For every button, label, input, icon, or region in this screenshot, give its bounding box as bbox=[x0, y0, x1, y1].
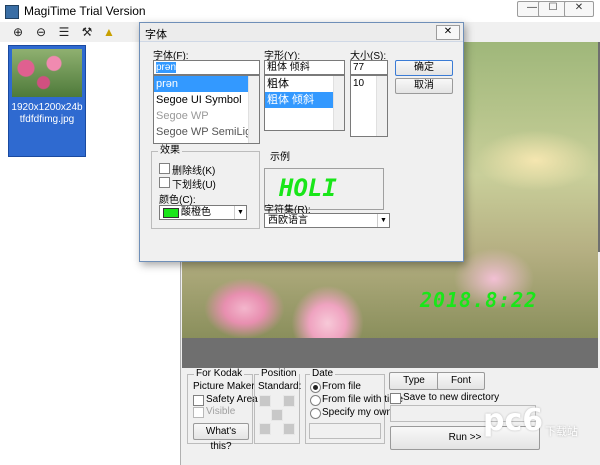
font-size-input[interactable]: 77 bbox=[350, 60, 388, 75]
preview-bottom-band bbox=[182, 338, 598, 368]
save-new-dir-label: Save to new directory bbox=[403, 392, 500, 403]
thumbnail-item[interactable]: 1920x1200x24b tfdfdfimg.jpg bbox=[8, 45, 86, 157]
add-icon[interactable]: ⊕ bbox=[10, 25, 26, 39]
font-button[interactable]: Font bbox=[437, 372, 485, 390]
watermark-subtitle: 下载站 bbox=[545, 426, 578, 438]
font-dialog: 字体 ✕ 字体(F): prən prən Segoe UI Symbol Se… bbox=[139, 22, 464, 262]
dialog-close-button[interactable]: ✕ bbox=[436, 25, 460, 40]
font-option[interactable]: prən bbox=[154, 76, 259, 92]
position-group-title: Position bbox=[259, 368, 299, 380]
position-grid[interactable] bbox=[259, 395, 295, 435]
safety-area-checkbox[interactable] bbox=[193, 395, 204, 406]
font-list-scrollbar[interactable] bbox=[248, 76, 259, 143]
effects-group: 效果 删除线(K) 下划线(U) 颜色(C): 酸橙色 ▼ bbox=[151, 145, 260, 229]
strikeout-checkbox[interactable] bbox=[159, 163, 170, 174]
charset-select[interactable]: 西欧语言 ▼ bbox=[264, 213, 390, 228]
clear-icon[interactable]: ▲ bbox=[101, 25, 117, 39]
strikeout-label: 删除线(K) bbox=[172, 166, 216, 177]
kodak-subtitle: Picture Maker bbox=[193, 381, 255, 392]
underline-checkbox[interactable] bbox=[159, 177, 170, 188]
cancel-button[interactable]: 取消 bbox=[395, 78, 453, 94]
position-cell[interactable] bbox=[271, 409, 283, 421]
position-cell[interactable] bbox=[259, 423, 271, 435]
from-file-radio[interactable] bbox=[310, 382, 321, 393]
whats-this-button[interactable]: What's this? bbox=[193, 423, 249, 452]
ok-button[interactable]: 确定 bbox=[395, 60, 453, 76]
date-group: Date From file From file with time Speci… bbox=[305, 368, 403, 444]
size-list-scrollbar[interactable] bbox=[376, 76, 387, 136]
date-stamp-preview: 2018.8:22 bbox=[420, 288, 538, 312]
effects-group-title: 效果 bbox=[158, 145, 182, 157]
color-label: 颜色(C): bbox=[159, 195, 196, 206]
font-family-list[interactable]: prən Segoe UI Symbol Segoe WP Segoe WP S… bbox=[153, 75, 260, 144]
list-icon[interactable]: ☰ bbox=[56, 25, 72, 39]
font-family-value: prən bbox=[156, 62, 177, 73]
font-size-list[interactable]: 10 bbox=[350, 75, 388, 137]
visible-label: Visible bbox=[206, 406, 236, 417]
kodak-group: For Kodak Picture Maker Safety Area Visi… bbox=[187, 368, 258, 452]
safety-area-label: Safety Area bbox=[206, 394, 258, 405]
font-family-input[interactable]: prən bbox=[153, 60, 260, 75]
color-swatch bbox=[163, 208, 179, 218]
visible-checkbox[interactable] bbox=[193, 407, 204, 418]
underline-label: 下划线(U) bbox=[172, 180, 216, 191]
position-cell[interactable] bbox=[283, 423, 295, 435]
thumbnail-dimensions: 1920x1200x24b bbox=[11, 102, 83, 113]
from-file-label: From file bbox=[322, 381, 361, 392]
close-button[interactable]: ✕ bbox=[564, 1, 594, 17]
charset-value: 西欧语言 bbox=[268, 215, 308, 226]
title-bar: MagiTime Trial Version — ☐ ✕ bbox=[0, 0, 600, 23]
remove-icon[interactable]: ⊖ bbox=[33, 25, 49, 39]
position-group: Position Standard: bbox=[254, 368, 302, 444]
specify-own-radio[interactable] bbox=[310, 408, 321, 419]
from-file-time-radio[interactable] bbox=[310, 395, 321, 406]
dialog-title-bar: 字体 ✕ bbox=[140, 23, 463, 42]
custom-date-input[interactable] bbox=[309, 423, 381, 439]
kodak-group-title: For Kodak bbox=[194, 368, 245, 380]
chevron-down-icon[interactable]: ▼ bbox=[377, 214, 389, 227]
sample-text: HOLI bbox=[279, 174, 337, 202]
style-list-scrollbar[interactable] bbox=[333, 76, 344, 130]
font-option[interactable]: Segoe WP bbox=[154, 108, 259, 124]
position-cell[interactable] bbox=[259, 395, 271, 407]
font-style-input[interactable]: 粗体 倾斜 bbox=[264, 60, 345, 75]
color-value: 酸橙色 bbox=[181, 207, 211, 218]
color-select[interactable]: 酸橙色 ▼ bbox=[159, 205, 247, 220]
thumbnail-filename: tfdfdfimg.jpg bbox=[19, 114, 75, 125]
specify-own-label: Specify my own bbox=[322, 407, 393, 418]
date-group-title: Date bbox=[310, 368, 336, 380]
app-icon bbox=[5, 5, 19, 19]
window-title: MagiTime Trial Version bbox=[24, 4, 146, 18]
font-style-list[interactable]: 粗体 粗体 倾斜 bbox=[264, 75, 345, 131]
position-standard-label: Standard: bbox=[258, 381, 302, 392]
save-new-dir-checkbox[interactable] bbox=[390, 393, 401, 404]
position-cell[interactable] bbox=[283, 395, 295, 407]
dialog-title: 字体 bbox=[145, 29, 167, 41]
type-button[interactable]: Type bbox=[389, 372, 439, 390]
font-option[interactable]: Segoe WP SemiLight bbox=[154, 124, 259, 140]
brush-icon[interactable]: ⚒ bbox=[79, 25, 95, 39]
thumbnail-image bbox=[12, 49, 82, 97]
chevron-down-icon[interactable]: ▼ bbox=[234, 206, 246, 219]
font-option[interactable]: Segoe UI Symbol bbox=[154, 92, 259, 108]
watermark-logo: pc6 bbox=[483, 403, 544, 438]
sample-label: 示例 bbox=[270, 152, 290, 163]
